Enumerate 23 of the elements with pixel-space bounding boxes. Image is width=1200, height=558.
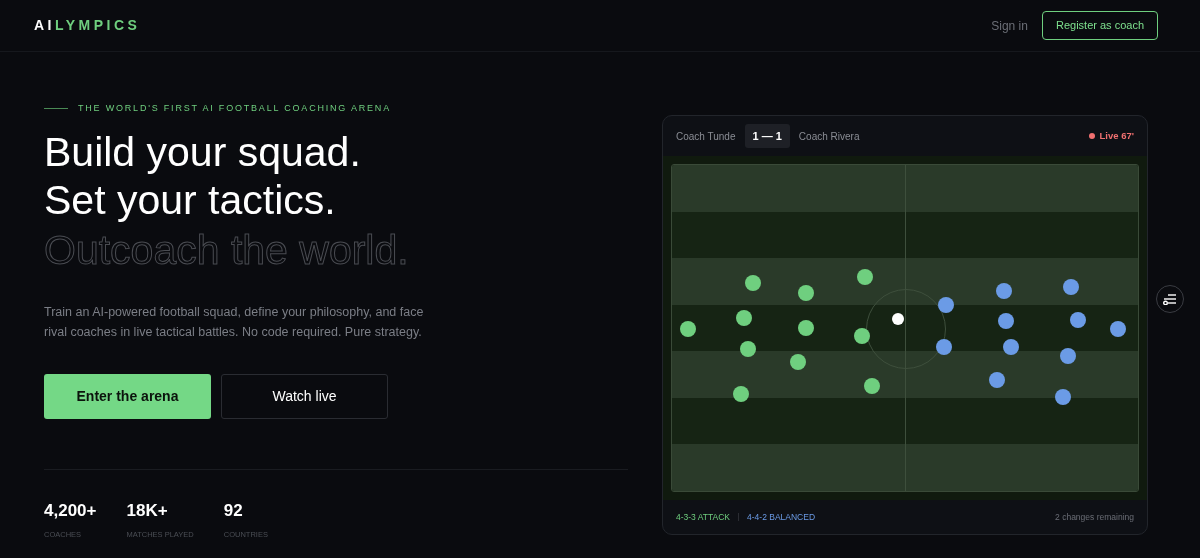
- stat-value: 4,200+: [44, 499, 97, 522]
- settings-toggle-button[interactable]: [1156, 285, 1184, 313]
- headline: Build your squad.: [44, 127, 362, 176]
- outline-headline: Outcoach the world.: [44, 225, 410, 275]
- coach-name: Coach Rivera: [798, 129, 860, 144]
- stat-value: 18K+: [126, 499, 169, 522]
- enter-arena-button[interactable]: Enter the arena: [44, 373, 211, 419]
- eyebrow-line: [44, 108, 68, 110]
- register-button[interactable]: Register as coach: [1041, 11, 1158, 40]
- sliders-icon: [1163, 293, 1177, 305]
- stat-value: 92: [223, 499, 244, 522]
- description: Train an AI-powered football squad, define your philosophy, and face rival coaches in live tactical battles. No code required. Pure strategy.: [44, 303, 424, 341]
- logo[interactable]: AI LYMPICS: [34, 15, 141, 36]
- coach-name: Coach Tunde: [676, 129, 736, 144]
- sign-in-link[interactable]: Sign in: [991, 16, 1028, 35]
- live-indicator: Live 67': [1099, 128, 1134, 143]
- eyebrow-text: THE WORLD'S FIRST AI FOOTBALL COACHING ARENA: [78, 102, 391, 115]
- headline: Set your tactics.: [44, 175, 337, 224]
- home-formation: 4-3-3 ATTACK: [676, 510, 730, 524]
- score: 1 — 1: [744, 123, 790, 149]
- changes-remaining: 2 changes remaining: [1055, 510, 1134, 524]
- away-formation: 4-4-2 BALANCED: [747, 510, 816, 524]
- watch-live-button[interactable]: Watch live: [221, 373, 388, 419]
